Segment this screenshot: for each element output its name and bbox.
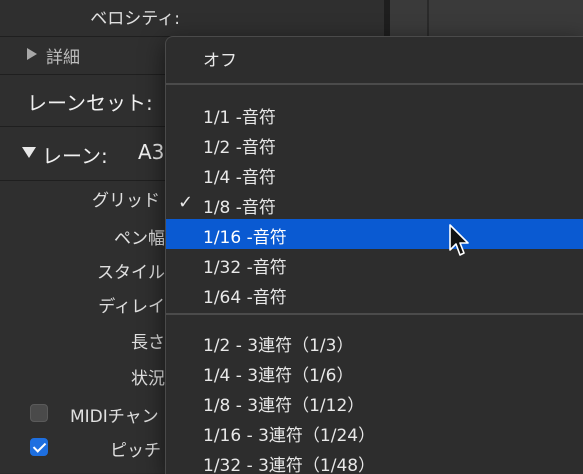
menu-item-triplet[interactable]: 1/4 - 3連符（1/6） [166, 357, 583, 387]
menu-item-triplet[interactable]: 1/2 - 3連符（1/3） [166, 327, 583, 357]
menu-separator [166, 313, 583, 315]
pitch-label: ピッチ [110, 441, 161, 461]
grid-label: グリッド [92, 191, 160, 211]
length-label: 長さ [131, 333, 165, 353]
menu-item-label: 1/8 - 3連符（1/12） [203, 396, 365, 416]
disclosure-right-icon [27, 48, 37, 60]
details-label: 詳細 [46, 48, 80, 68]
midi-channel-label: MIDIチャン [70, 407, 159, 427]
delay-label: ディレイ [98, 297, 165, 317]
menu-item-label: 1/1 -音符 [203, 108, 276, 128]
menu-item-label: 1/4 -音符 [203, 168, 276, 188]
menu-item-label: 1/16 -音符 [203, 228, 287, 248]
menu-item-note[interactable]: 1/1 -音符 [166, 99, 583, 129]
grid-popup-menu: オフ 1/1 -音符 1/2 -音符 1/4 -音符 ✓ 1/8 -音符 1/16 -音符… [165, 36, 583, 474]
menu-item-off[interactable]: オフ [166, 42, 583, 72]
menu-item-label: 1/2 -音符 [203, 138, 276, 158]
checkmark-icon: ✓ [178, 192, 194, 213]
velocity-label: ベロシティ: [90, 9, 180, 29]
lane-set-label: レーンセット: [27, 91, 153, 115]
menu-item-label: 1/32 - 3連符（1/48） [203, 456, 376, 474]
menu-item-note[interactable]: 1/64 -音符 [166, 279, 583, 309]
menu-item-label: 1/64 -音符 [203, 288, 287, 308]
menu-item-label: 1/4 - 3連符（1/6） [203, 366, 354, 386]
menu-item-label: 1/16 - 3連符（1/24） [203, 426, 376, 446]
pitch-checkbox[interactable] [30, 438, 48, 456]
menu-item-label: 1/8 -音符 [203, 198, 276, 218]
menu-item-note[interactable]: 1/32 -音符 [166, 249, 583, 279]
menu-item-note[interactable]: 1/16 -音符 [166, 219, 583, 249]
style-label: スタイル [97, 263, 165, 283]
mouse-pointer-icon [449, 224, 469, 256]
menu-item-note[interactable]: 1/4 -音符 [166, 159, 583, 189]
midi-channel-checkbox[interactable] [30, 404, 48, 422]
lane-label: レーン: [42, 144, 108, 168]
menu-item-triplet[interactable]: 1/8 - 3連符（1/12） [166, 387, 583, 417]
lane-value: A3 [138, 140, 165, 164]
menu-item-triplet[interactable]: 1/16 - 3連符（1/24） [166, 417, 583, 447]
menu-separator [166, 83, 583, 85]
menu-item-note[interactable]: ✓ 1/8 -音符 [166, 189, 583, 219]
disclosure-down-icon [22, 147, 36, 158]
menu-item-note[interactable]: 1/2 -音符 [166, 129, 583, 159]
menu-item-label: 1/2 - 3連符（1/3） [203, 336, 354, 356]
pen-width-label: ペン幅 [114, 229, 165, 249]
menu-item-triplet[interactable]: 1/32 - 3連符（1/48） [166, 447, 583, 474]
status-label: 状況 [131, 369, 165, 389]
menu-item-label: 1/32 -音符 [203, 258, 287, 278]
